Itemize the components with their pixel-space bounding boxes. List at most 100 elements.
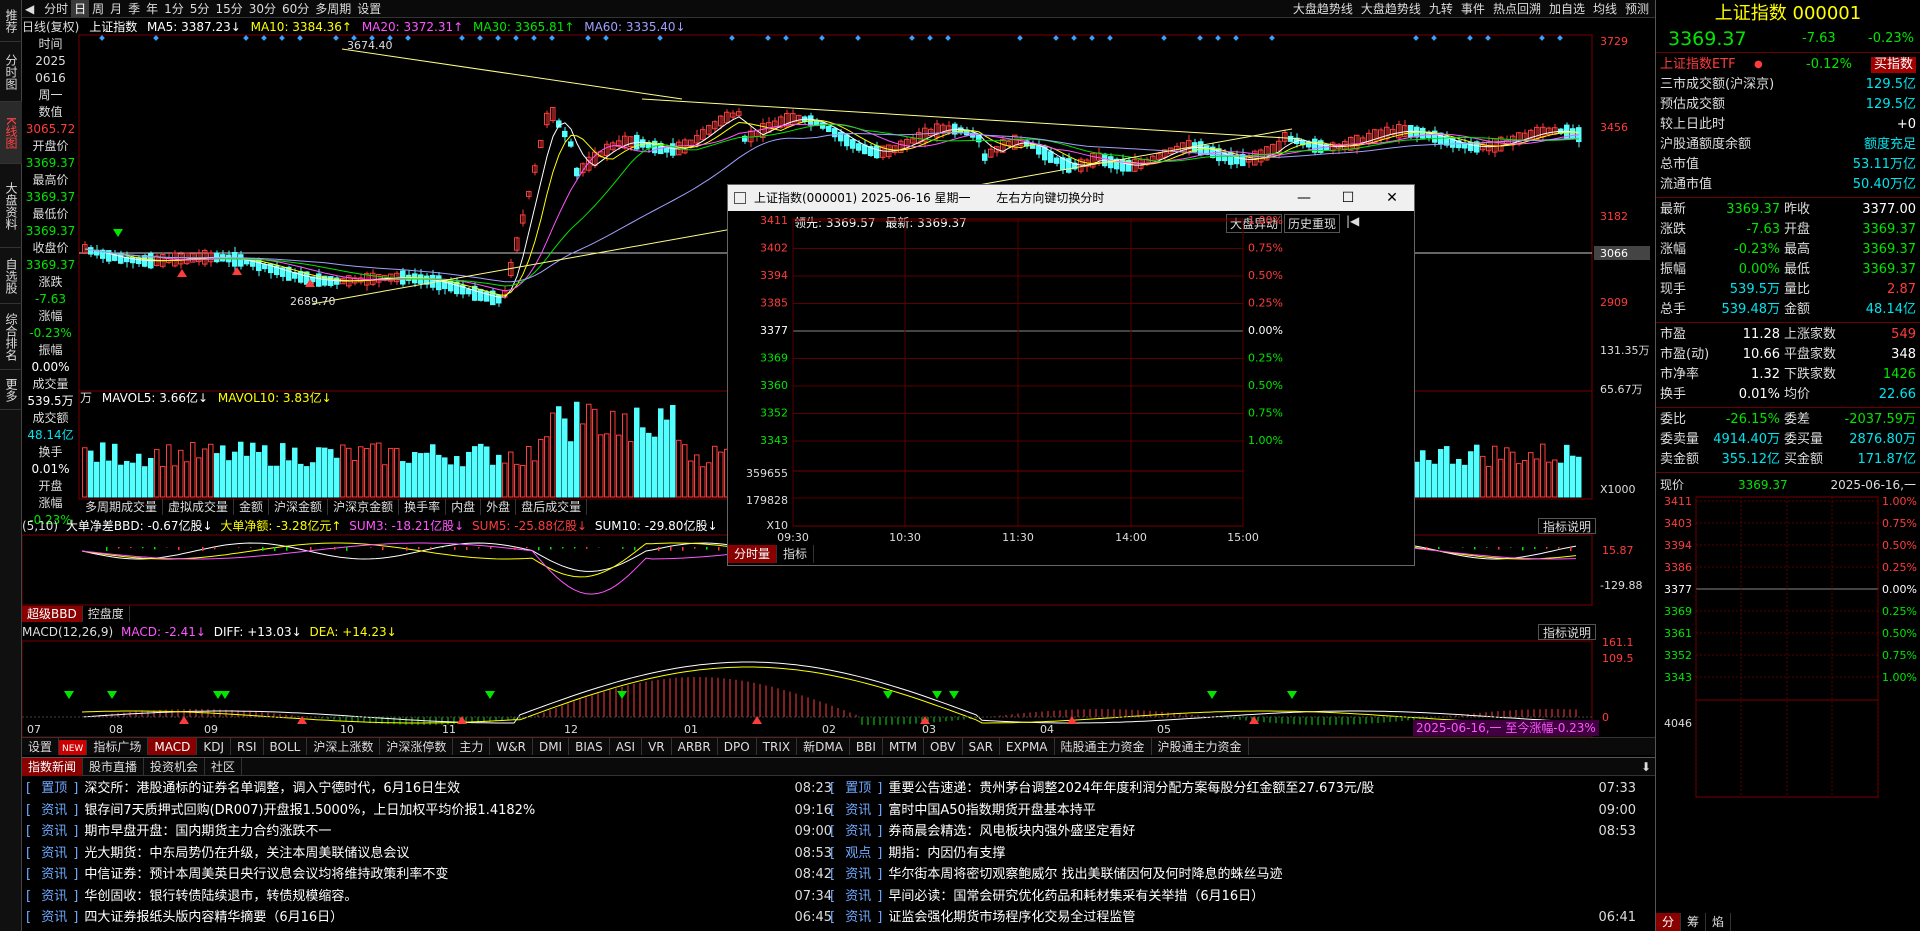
bbd-tab-0[interactable]: 超级BBD <box>22 606 83 622</box>
news-title[interactable]: 券商晨会精选：风电板块内强外盛坚定看好 <box>888 824 1135 839</box>
indicator-tab-22[interactable]: SAR <box>963 738 1000 755</box>
news-item[interactable]: [ 置顶] 深交所：港股通标的证券名单调整，调入宁德时代，6月16日生效 08:23 <box>26 778 836 800</box>
news-title[interactable]: 早间必读：国常会研究优化药品和耗材集采有关举措（6月16日） <box>888 889 1264 904</box>
maximize-icon[interactable]: ☐ <box>1326 185 1370 211</box>
period-tab-0[interactable]: 分时 <box>41 0 71 18</box>
period-tab-6[interactable]: 1分 <box>161 0 187 18</box>
indicator-tab-23[interactable]: EXPMA <box>1000 738 1055 755</box>
indicator-tab-20[interactable]: MTM <box>883 738 924 755</box>
period-tab-4[interactable]: 季 <box>125 0 143 18</box>
news-item[interactable]: [ 置顶] 重要公告速递：贵州茅台调整2024年年度利润分配方案每股分红金额至27… <box>830 778 1640 800</box>
indicator-tab-9[interactable]: 主力 <box>453 738 491 755</box>
period-tab-5[interactable]: 年 <box>143 0 161 18</box>
indicator-tab-2[interactable]: 指标广场 <box>87 738 149 755</box>
news-title[interactable]: 银存间7天质押式回购(DR007)开盘报1.5000%，上日加权平均价报1.41… <box>84 803 535 818</box>
indicator-tab-3[interactable]: MACD <box>148 738 198 755</box>
toolbar-right-1[interactable]: 大盘趋势线 <box>1361 2 1421 16</box>
news-item[interactable]: [ 观点] 期指：内因仍有支撑 <box>830 843 1640 865</box>
toolbar-right-4[interactable]: 热点回溯 <box>1493 2 1541 16</box>
mini-intraday-chart[interactable]: 3411 3403 3394 3386 3377 3369 3361 3352 3343 4046… <box>1656 495 1919 825</box>
indicator-tab-13[interactable]: ASI <box>610 738 643 755</box>
news-item[interactable]: [ 资讯] 中信证券：预计本周美英日央行议息会议均将维持政策利率不变 08:42 <box>26 864 836 886</box>
volume-tab-8[interactable]: 盘后成交量 <box>516 499 588 515</box>
vtab-5[interactable]: 综合排名 <box>0 304 22 370</box>
period-tab-7[interactable]: 5分 <box>187 0 213 18</box>
panel-bottom-tab-2[interactable]: 焰 <box>1706 913 1732 931</box>
popup-tab-0[interactable]: 分时量 <box>728 545 778 563</box>
popup-titlebar[interactable]: 上证指数(000001) 2025-06-16 星期一 左右方向键切换分时 — … <box>728 185 1414 211</box>
news-tab-3[interactable]: 社区 <box>205 758 243 776</box>
news-item[interactable]: [ 资讯] 华创固收：银行转债陆续退市，转债规模缩容。 07:34 <box>26 886 836 908</box>
indicator-tab-0[interactable]: 设置 <box>22 738 60 755</box>
period-tab-12[interactable]: 设置 <box>354 0 384 18</box>
back-button[interactable]: ◀ <box>22 0 37 18</box>
indicator-tab-10[interactable]: W&R <box>490 738 533 755</box>
indicator-tab-11[interactable]: DMI <box>533 738 570 755</box>
popup-tab-1[interactable]: 指标 <box>777 545 815 563</box>
indicator-tab-16[interactable]: DPO <box>718 738 757 755</box>
news-item[interactable]: [ 资讯] 银存间7天质押式回购(DR007)开盘报1.5000%，上日加权平均价… <box>26 800 836 822</box>
toolbar-right-0[interactable]: 大盘趋势线 <box>1293 2 1353 16</box>
indicator-tab-1[interactable]: NEW <box>59 740 88 755</box>
period-tab-11[interactable]: 多周期 <box>312 0 354 18</box>
period-tab-3[interactable]: 月 <box>107 0 125 18</box>
macd-explain-button[interactable]: 指标说明 <box>1538 624 1597 640</box>
news-title[interactable]: 重要公告速递：贵州茅台调整2024年年度利润分配方案每股分红金额至27.673元… <box>888 781 1374 796</box>
news-title[interactable]: 深交所：港股通标的证券名单调整，调入宁德时代，6月16日生效 <box>84 781 460 796</box>
volume-tab-2[interactable]: 金额 <box>234 499 270 515</box>
news-item[interactable]: [ 资讯] 早间必读：国常会研究优化药品和耗材集采有关举措（6月16日） <box>830 886 1640 908</box>
indicator-tab-25[interactable]: 沪股通主力资金 <box>1152 738 1249 755</box>
vtab-2[interactable]: K线图 <box>0 102 22 164</box>
download-icon[interactable]: ⬇ <box>1641 760 1651 774</box>
news-title[interactable]: 富时中国A50指数期货开盘基本持平 <box>888 803 1095 818</box>
volume-tab-7[interactable]: 外盘 <box>481 499 517 515</box>
panel-bottom-tab-1[interactable]: 筹 <box>1681 913 1707 931</box>
indicator-tab-7[interactable]: 沪深上涨数 <box>307 738 381 755</box>
news-item[interactable]: [ 资讯] 期市早盘开盘：国内期货主力合约涨跌不一 09:00 <box>26 821 836 843</box>
news-tab-0[interactable]: 指数新闻 <box>22 758 84 776</box>
volume-tab-1[interactable]: 虚拟成交量 <box>163 499 235 515</box>
bbd-tab-1[interactable]: 控盘度 <box>83 606 130 622</box>
indicator-tab-18[interactable]: 新DMA <box>797 738 850 755</box>
news-title[interactable]: 华创固收：银行转债陆续退市，转债规模缩容。 <box>84 889 357 904</box>
vtab-4[interactable]: 自选股 <box>0 248 22 304</box>
indicator-tab-4[interactable]: KDJ <box>197 738 231 755</box>
indicator-tab-15[interactable]: ARBR <box>672 738 718 755</box>
indicator-tab-8[interactable]: 沪深涨停数 <box>380 738 454 755</box>
news-item[interactable]: [ 资讯] 富时中国A50指数期货开盘基本持平 09:00 <box>830 800 1640 822</box>
toolbar-right-6[interactable]: 均线 <box>1593 2 1617 16</box>
volume-tab-5[interactable]: 换手率 <box>399 499 447 515</box>
news-title[interactable]: 证监会强化期货市场程序化交易全过程监管 <box>888 910 1135 925</box>
period-tab-9[interactable]: 30分 <box>246 0 279 18</box>
buy-index-button[interactable]: 买指数 <box>1870 57 1916 73</box>
volume-tab-6[interactable]: 内盘 <box>446 499 482 515</box>
intraday-chart[interactable]: 3411 3402 3394 3385 3377 3369 3360 3352 3343 1.00… <box>728 211 1414 541</box>
indicator-tab-17[interactable]: TRIX <box>757 738 798 755</box>
etf-name[interactable]: 上证指数ETF <box>1660 55 1736 75</box>
news-title[interactable]: 华尔街本周将密切观察鲍威尔 找出美联储因何及何时降息的蛛丝马迹 <box>888 867 1282 882</box>
news-title[interactable]: 期指：内因仍有支撑 <box>888 846 1005 861</box>
period-tab-10[interactable]: 60分 <box>279 0 312 18</box>
indicator-tab-5[interactable]: RSI <box>231 738 264 755</box>
news-item[interactable]: [ 资讯] 证监会强化期货市场程序化交易全过程监管 06:41 <box>830 907 1640 929</box>
news-title[interactable]: 中信证券：预计本周美英日央行议息会议均将维持政策利率不变 <box>84 867 448 882</box>
vtab-0[interactable]: 推荐 <box>0 0 22 42</box>
bbd-explain-button[interactable]: 指标说明 <box>1538 518 1597 534</box>
news-title[interactable]: 期市早盘开盘：国内期货主力合约涨跌不一 <box>84 824 331 839</box>
news-title[interactable]: 四大证券报纸头版内容精华摘要（6月16日） <box>84 910 343 925</box>
volume-tab-4[interactable]: 沪深京金额 <box>328 499 400 515</box>
news-item[interactable]: [ 资讯] 华尔街本周将密切观察鲍威尔 找出美联储因何及何时降息的蛛丝马迹 <box>830 864 1640 886</box>
indicator-tab-14[interactable]: VR <box>642 738 672 755</box>
period-tab-8[interactable]: 15分 <box>212 0 245 18</box>
period-tab-2[interactable]: 周 <box>89 0 107 18</box>
indicator-tab-12[interactable]: BIAS <box>569 738 610 755</box>
vtab-6[interactable]: 更多 <box>0 370 22 410</box>
indicator-tab-19[interactable]: BBI <box>850 738 883 755</box>
vtab-1[interactable]: 分时图 <box>0 42 22 102</box>
panel-bottom-tab-0[interactable]: 分 <box>1656 913 1682 931</box>
volume-tab-0[interactable]: 多周期成交量 <box>80 499 164 515</box>
toolbar-right-5[interactable]: 加自选 <box>1549 2 1585 16</box>
vtab-3[interactable]: 大盘资料 <box>0 164 22 248</box>
close-icon[interactable]: ✕ <box>1370 185 1414 211</box>
news-item[interactable]: [ 资讯] 四大证券报纸头版内容精华摘要（6月16日） 06:45 <box>26 907 836 929</box>
